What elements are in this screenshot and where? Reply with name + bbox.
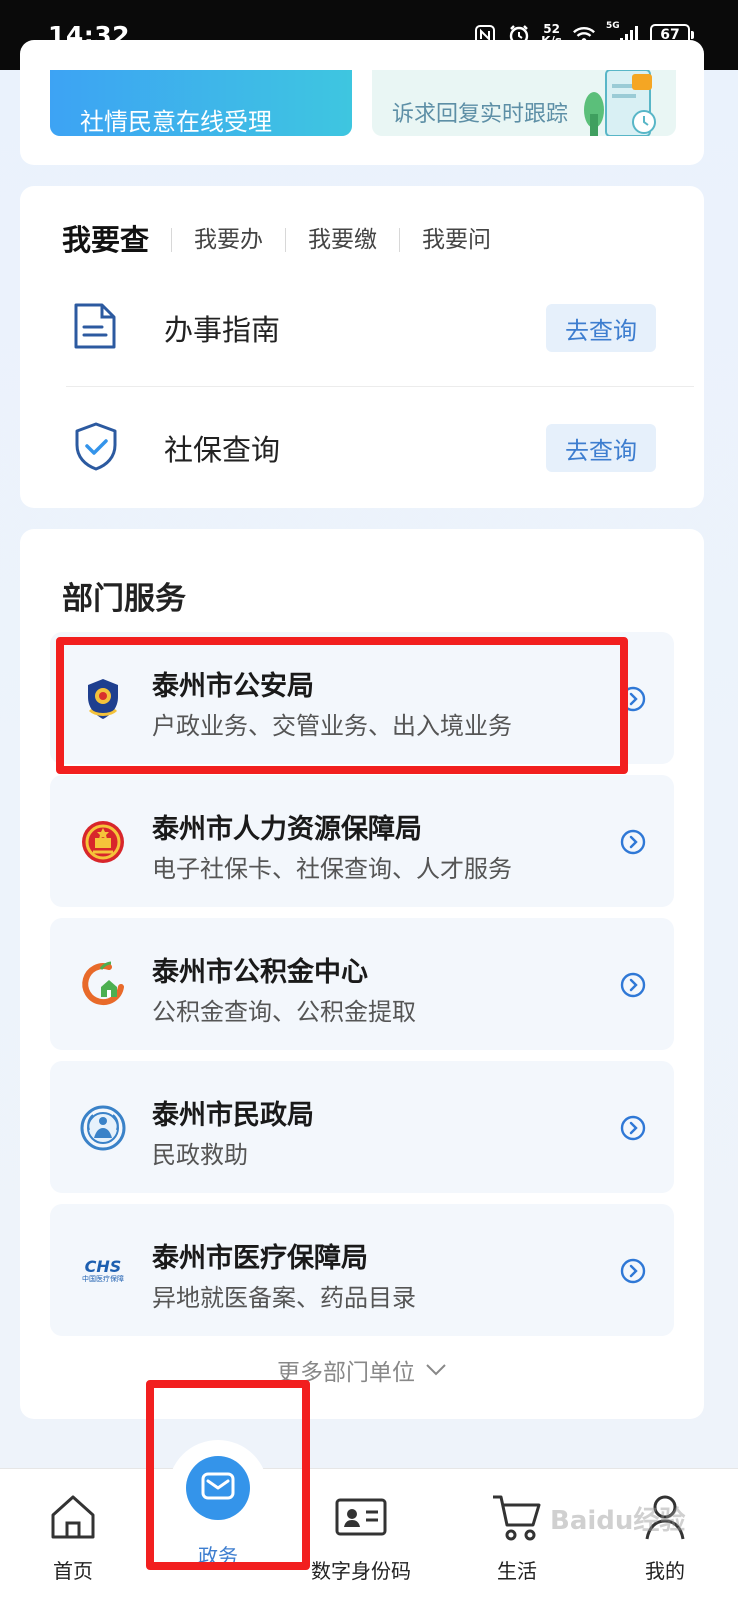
watermark: Baidu经验 <box>550 1506 686 1536</box>
dept-desc: 异地就医备案、药品目录 <box>152 1284 416 1312</box>
dept-desc: 公积金查询、公积金提取 <box>152 998 416 1026</box>
dept-item-hr[interactable]: 泰州市人力资源保障局 电子社保卡、社保查询、人才服务 <box>50 775 674 907</box>
dept-name: 泰州市人力资源保障局 <box>152 814 422 845</box>
nav-home-label: 首页 <box>53 1559 93 1583</box>
query-social-button[interactable]: 去查询 <box>546 424 656 472</box>
banner-feedback[interactable]: 社情民意在线受理 <box>50 70 352 136</box>
nav-digital-id-label: 数字身份码 <box>311 1559 411 1583</box>
tablet-illustration-icon <box>576 70 666 136</box>
cart-icon <box>490 1489 544 1545</box>
home-icon <box>47 1489 99 1545</box>
chs-logo-icon: CHS 中国医疗保障 <box>82 1256 124 1283</box>
dept-item-civil-affairs[interactable]: 泰州市民政局 民政救助 <box>50 1061 674 1193</box>
id-card-icon <box>334 1489 388 1545</box>
highlight-annotation-nav <box>146 1380 310 1570</box>
query-row-social-security[interactable]: 社保查询 去查询 <box>20 408 704 488</box>
highlight-annotation-police <box>56 637 628 774</box>
national-emblem-icon <box>78 817 128 867</box>
dept-name: 泰州市医疗保障局 <box>152 1243 368 1274</box>
tab-handle[interactable]: 我要办 <box>171 228 285 252</box>
query-row-guide[interactable]: 办事指南 去查询 <box>20 288 704 368</box>
tab-ask[interactable]: 我要问 <box>399 228 513 252</box>
shield-check-icon <box>72 421 120 475</box>
query-row-social-label: 社保查询 <box>164 433 281 467</box>
banner-right-text: 诉求回复实时跟踪 <box>392 102 569 127</box>
dept-name: 泰州市公积金中心 <box>152 957 368 988</box>
chevron-right-circle-icon <box>620 1115 646 1145</box>
query-guide-button[interactable]: 去查询 <box>546 304 656 352</box>
more-departments-link[interactable]: 更多部门单位 <box>20 1353 704 1387</box>
dept-desc: 电子社保卡、社保查询、人才服务 <box>152 855 512 883</box>
chevron-right-circle-icon <box>620 829 646 859</box>
housing-fund-icon <box>78 960 128 1010</box>
tab-query[interactable]: 我要查 <box>62 224 171 256</box>
banner-tracking[interactable]: 诉求回复实时跟踪 <box>372 70 676 136</box>
dept-item-housing-fund[interactable]: 泰州市公积金中心 公积金查询、公积金提取 <box>50 918 674 1050</box>
chevron-down-icon <box>425 1357 447 1383</box>
dept-desc: 民政救助 <box>152 1141 248 1169</box>
banner-card: 社情民意在线受理 诉求回复实时跟踪 <box>20 40 704 165</box>
nav-home[interactable]: 首页 <box>8 1469 138 1600</box>
dept-item-medical-security[interactable]: CHS 中国医疗保障 泰州市医疗保障局 异地就医备案、药品目录 <box>50 1204 674 1336</box>
chevron-right-circle-icon <box>620 1258 646 1288</box>
nav-mine-label: 我的 <box>645 1559 685 1583</box>
dept-name: 泰州市民政局 <box>152 1100 314 1131</box>
section-title: 部门服务 <box>62 581 186 617</box>
nav-digital-id[interactable]: 数字身份码 <box>296 1469 426 1600</box>
document-icon <box>72 301 118 355</box>
query-card: 我要查 我要办 我要缴 我要问 办事指南 去查询 社保查询 去查询 <box>20 186 704 508</box>
query-row-guide-label: 办事指南 <box>164 313 281 347</box>
civil-affairs-icon <box>78 1103 128 1153</box>
query-tabs: 我要查 我要办 我要缴 我要问 <box>62 224 513 256</box>
nav-life-label: 生活 <box>497 1559 537 1583</box>
divider <box>66 386 694 387</box>
banner-left-text: 社情民意在线受理 <box>80 108 272 136</box>
chevron-right-circle-icon <box>620 972 646 1002</box>
tab-pay[interactable]: 我要缴 <box>285 228 399 252</box>
